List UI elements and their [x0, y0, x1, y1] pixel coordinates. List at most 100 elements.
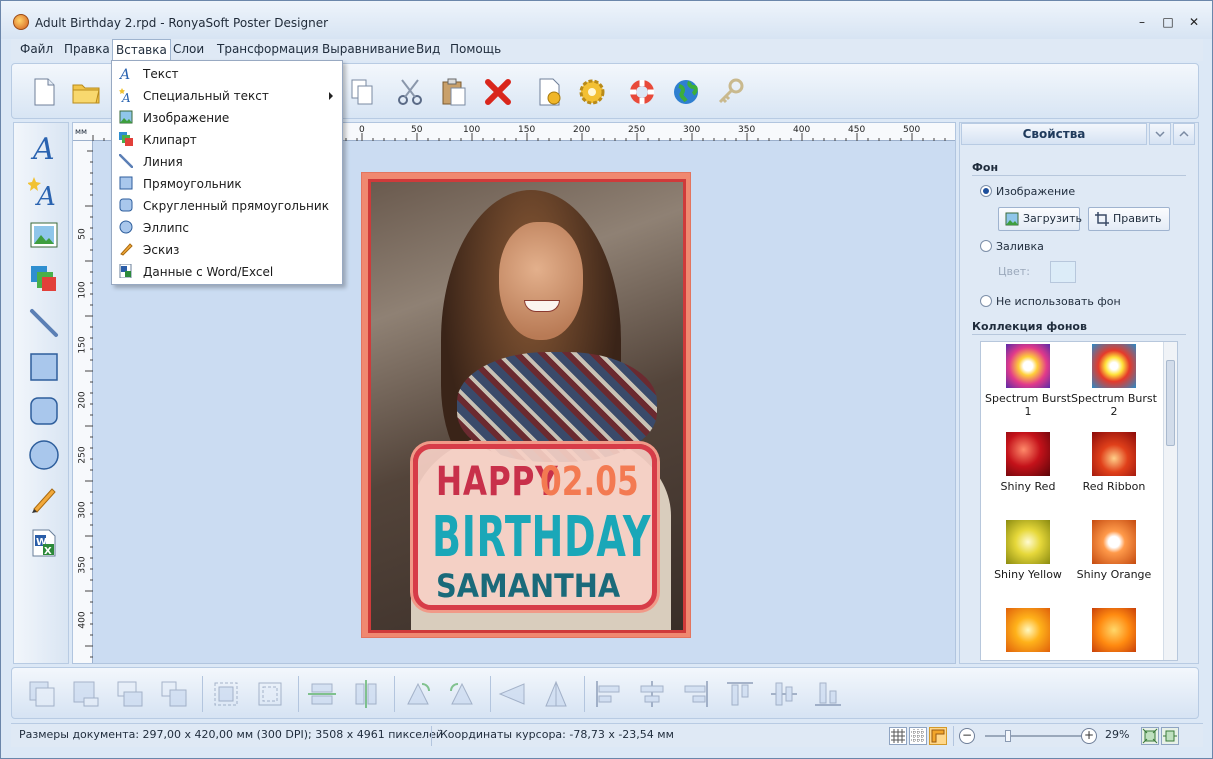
rotate-left-icon[interactable] [402, 678, 434, 710]
menu-item-word-excel[interactable]: Данные с Word/Excel [113, 261, 341, 283]
radio-fill[interactable] [980, 240, 992, 252]
menu-file[interactable]: Файл [17, 42, 56, 56]
zoom-slider-thumb[interactable] [1005, 730, 1011, 742]
line-icon [119, 154, 133, 168]
same-width-icon[interactable] [306, 678, 338, 710]
text-tool-icon[interactable]: A [28, 131, 60, 163]
thumb-orange-light[interactable] [1006, 608, 1050, 652]
panel-collapse-button[interactable] [1173, 123, 1195, 145]
radio-image[interactable] [980, 185, 992, 197]
menu-item-rounded-rectangle[interactable]: Скругленный прямоугольник [113, 195, 341, 217]
line-tool-icon[interactable] [28, 307, 60, 339]
poster-photo[interactable]: HAPPY 02.05 BIRTHDAY SAMANTHA [368, 179, 686, 633]
fit-page-button[interactable] [1141, 727, 1159, 745]
bring-to-front-icon[interactable] [26, 678, 58, 710]
menu-transform[interactable]: Трансформация [214, 42, 322, 56]
birthday-banner[interactable]: HAPPY 02.05 BIRTHDAY SAMANTHA [413, 444, 657, 610]
zoom-out-button[interactable]: − [959, 728, 975, 744]
color-swatch[interactable] [1050, 261, 1076, 283]
snap-grid-toggle-button[interactable] [909, 727, 927, 745]
menu-view[interactable]: Вид [413, 42, 443, 56]
menu-layers[interactable]: Слои [170, 42, 207, 56]
menu-item-clipart[interactable]: Клипарт [113, 129, 341, 151]
align-bottom-icon[interactable] [812, 678, 844, 710]
thumb-shiny-red[interactable] [1006, 432, 1050, 476]
paste-icon[interactable] [438, 76, 470, 108]
minimize-button[interactable]: – [1131, 13, 1153, 31]
menu-item-ellipse[interactable]: Эллипс [113, 217, 341, 239]
menu-help[interactable]: Помощь [447, 42, 504, 56]
cut-icon[interactable] [394, 76, 426, 108]
register-key-icon[interactable] [714, 76, 746, 108]
delete-icon[interactable] [482, 76, 514, 108]
group-icon[interactable] [210, 678, 242, 710]
image-tool-icon[interactable] [28, 219, 60, 251]
svg-text:X: X [44, 546, 52, 557]
bring-forward-icon[interactable] [70, 678, 102, 710]
background-section-title: Фон [972, 161, 999, 174]
settings-gear-icon[interactable] [576, 76, 608, 108]
menu-align[interactable]: Выравнивание [319, 42, 418, 56]
menu-item-line[interactable]: Линия [113, 151, 341, 173]
align-center-icon[interactable] [636, 678, 668, 710]
rulers-toggle-button[interactable] [929, 727, 947, 745]
rounded-rectangle-tool-icon[interactable] [28, 395, 60, 427]
menu-item-rectangle[interactable]: Прямоугольник [113, 173, 341, 195]
align-left-icon[interactable] [592, 678, 624, 710]
scrollbar-thumb[interactable] [1166, 360, 1175, 446]
menu-insert[interactable]: Вставка [112, 39, 171, 61]
edit-button[interactable]: Править [1088, 207, 1170, 231]
clipart-tool-icon[interactable] [28, 263, 60, 295]
help-lifebuoy-icon[interactable] [626, 76, 658, 108]
birthday-text[interactable]: BIRTHDAY [432, 505, 651, 570]
open-folder-icon[interactable] [70, 76, 102, 108]
flip-vertical-icon[interactable] [540, 678, 572, 710]
thumb-shiny-yellow[interactable] [1006, 520, 1050, 564]
zoom-in-button[interactable]: + [1081, 728, 1097, 744]
ellipse-tool-icon[interactable] [28, 439, 60, 471]
menu-edit[interactable]: Правка [61, 42, 113, 56]
thumb-orange-glow[interactable] [1092, 608, 1136, 652]
new-document-icon[interactable] [28, 76, 60, 108]
name-text[interactable]: SAMANTHA [436, 567, 620, 605]
thumb-spectrum-burst-2[interactable] [1092, 344, 1136, 388]
rotate-right-icon[interactable] [446, 678, 478, 710]
thumb-spectrum-burst-1[interactable] [1006, 344, 1050, 388]
svg-text:A: A [121, 91, 131, 102]
poster-page[interactable]: HAPPY 02.05 BIRTHDAY SAMANTHA [361, 172, 691, 638]
align-right-icon[interactable] [680, 678, 712, 710]
send-to-back-icon[interactable] [158, 678, 190, 710]
menu-item-text[interactable]: A Текст [113, 63, 341, 85]
thumb-shiny-orange[interactable] [1092, 520, 1136, 564]
ungroup-icon[interactable] [254, 678, 286, 710]
panel-dropdown-button[interactable] [1149, 123, 1171, 145]
flip-horizontal-icon[interactable] [496, 678, 528, 710]
thumb-red-ribbon[interactable] [1092, 432, 1136, 476]
zoom-slider[interactable] [985, 735, 1081, 737]
properties-header[interactable]: Свойства [961, 123, 1147, 145]
web-globe-icon[interactable] [670, 76, 702, 108]
maximize-button[interactable]: □ [1157, 13, 1179, 31]
page-settings-icon[interactable] [534, 76, 566, 108]
special-text-tool-icon[interactable]: A [28, 175, 60, 207]
collection-scrollbar[interactable] [1163, 342, 1177, 660]
radio-no-background[interactable] [980, 295, 992, 307]
rectangle-tool-icon[interactable] [28, 351, 60, 383]
grid-toggle-button[interactable] [889, 727, 907, 745]
fit-width-button[interactable] [1161, 727, 1179, 745]
same-height-icon[interactable] [350, 678, 382, 710]
rounded-rectangle-icon [119, 198, 133, 212]
load-button[interactable]: Загрузить [998, 207, 1082, 231]
menu-item-image[interactable]: Изображение [113, 107, 341, 129]
align-middle-icon[interactable] [768, 678, 800, 710]
close-button[interactable]: ✕ [1183, 13, 1205, 31]
word-excel-tool-icon[interactable]: WX [28, 527, 60, 559]
align-top-icon[interactable] [724, 678, 756, 710]
send-backward-icon[interactable] [114, 678, 146, 710]
date-text[interactable]: 02.05 [540, 459, 639, 505]
menu-item-special-text[interactable]: A Специальный текст [113, 85, 341, 107]
copy-icon[interactable] [346, 76, 378, 108]
pencil-tool-icon[interactable] [28, 483, 60, 515]
menu-item-sketch[interactable]: Эскиз [113, 239, 341, 261]
dotted-grid-icon [911, 729, 925, 743]
